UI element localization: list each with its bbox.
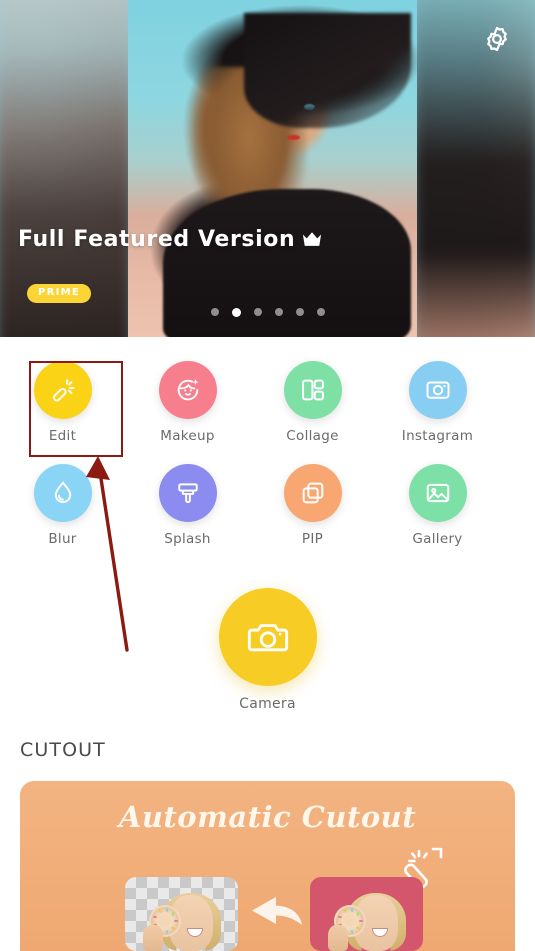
tool-instagram-label: Instagram	[401, 428, 474, 444]
crown-icon	[301, 230, 323, 250]
tool-row-2: Blur Splash PIP Gallery	[0, 458, 535, 547]
sprinkle	[171, 926, 176, 931]
sprinkle	[356, 926, 361, 931]
tool-gallery-circle[interactable]	[408, 464, 467, 522]
camera-section: Camera	[0, 588, 535, 712]
settings-button[interactable]	[481, 23, 513, 55]
magic-wand-icon	[49, 376, 77, 404]
gear-icon	[482, 24, 512, 54]
sprinkle	[350, 929, 354, 935]
banner-title: Full Featured Version	[18, 227, 323, 252]
tool-blur[interactable]: Blur	[0, 458, 125, 547]
sprinkle	[359, 920, 363, 922]
carousel-dot[interactable]	[210, 308, 219, 316]
sprinkle	[342, 909, 347, 914]
prime-badge[interactable]: PRIME	[27, 284, 92, 303]
tool-splash-label: Splash	[164, 531, 211, 547]
sprinkle	[337, 916, 342, 919]
tool-makeup-circle[interactable]	[158, 361, 217, 419]
thumb-hand	[143, 925, 163, 951]
cutout-thumb-original	[310, 877, 423, 951]
banner-photo	[128, 0, 417, 337]
tool-edit-label: Edit	[48, 428, 77, 444]
tool-collage-label: Collage	[286, 428, 339, 444]
cutout-thumb-transparent	[125, 877, 238, 951]
carousel-dot[interactable]	[274, 308, 283, 316]
water-drop-icon	[49, 479, 77, 507]
thumb-person	[328, 889, 406, 951]
face-sparkle-icon	[174, 376, 202, 404]
cutout-card-title: Automatic Cutout	[118, 800, 417, 834]
arrow-left-icon	[248, 889, 304, 931]
sprinkle	[152, 916, 157, 919]
sprinkle	[174, 920, 178, 922]
sprinkle	[356, 911, 361, 917]
sprinkle	[165, 929, 169, 935]
instagram-camera-icon	[424, 376, 452, 404]
tool-pip[interactable]: PIP	[250, 458, 375, 547]
photo-image-icon	[424, 479, 452, 507]
automatic-cutout-card[interactable]: Automatic Cutout	[20, 781, 515, 951]
tool-instagram[interactable]: Instagram	[375, 355, 500, 444]
thumb-person	[143, 889, 221, 951]
carousel-dots	[0, 308, 535, 317]
photo-lip	[286, 134, 300, 140]
promo-banner[interactable]: Full Featured Version PRIME	[0, 0, 535, 337]
tool-edit[interactable]: Edit	[0, 355, 125, 444]
camera-label: Camera	[239, 696, 296, 712]
tool-splash[interactable]: Splash	[125, 458, 250, 547]
paint-brush-icon	[174, 479, 202, 507]
tool-splash-circle[interactable]	[158, 464, 217, 522]
tool-row-1: Edit Makeup Collage Instagram	[0, 355, 535, 444]
stacked-squares-icon	[299, 479, 327, 507]
tool-makeup-label: Makeup	[160, 428, 215, 444]
camera-button[interactable]	[218, 588, 317, 686]
sprinkle	[165, 908, 169, 913]
tool-pip-circle[interactable]	[283, 464, 342, 522]
tool-blur-label: Blur	[48, 531, 77, 547]
tool-blur-circle[interactable]	[33, 464, 92, 522]
carousel-dot-active[interactable]	[231, 308, 241, 317]
tool-collage[interactable]: Collage	[250, 355, 375, 444]
sprinkle	[171, 911, 176, 917]
banner-blur-right	[409, 0, 535, 337]
carousel-dot[interactable]	[295, 308, 304, 316]
carousel-dot[interactable]	[316, 308, 325, 316]
banner-title-text: Full Featured Version	[18, 227, 296, 252]
tool-gallery-label: Gallery	[412, 531, 463, 547]
tool-instagram-circle[interactable]	[408, 361, 467, 419]
thumb-hand	[328, 925, 348, 951]
tool-gallery[interactable]: Gallery	[375, 458, 500, 547]
carousel-dot[interactable]	[253, 308, 262, 316]
tool-pip-label: PIP	[301, 531, 324, 547]
photo-arm	[243, 13, 412, 129]
cutout-heading: CUTOUT	[20, 739, 106, 761]
sprinkle	[157, 909, 162, 914]
camera-icon	[246, 615, 290, 659]
grid-layout-icon	[299, 376, 327, 404]
tool-edit-circle[interactable]	[33, 361, 92, 419]
tool-collage-circle[interactable]	[283, 361, 342, 419]
tool-grid: Edit Makeup Collage Instagram Blur Splas…	[0, 355, 535, 547]
sprinkle	[350, 908, 354, 913]
tool-makeup[interactable]: Makeup	[125, 355, 250, 444]
